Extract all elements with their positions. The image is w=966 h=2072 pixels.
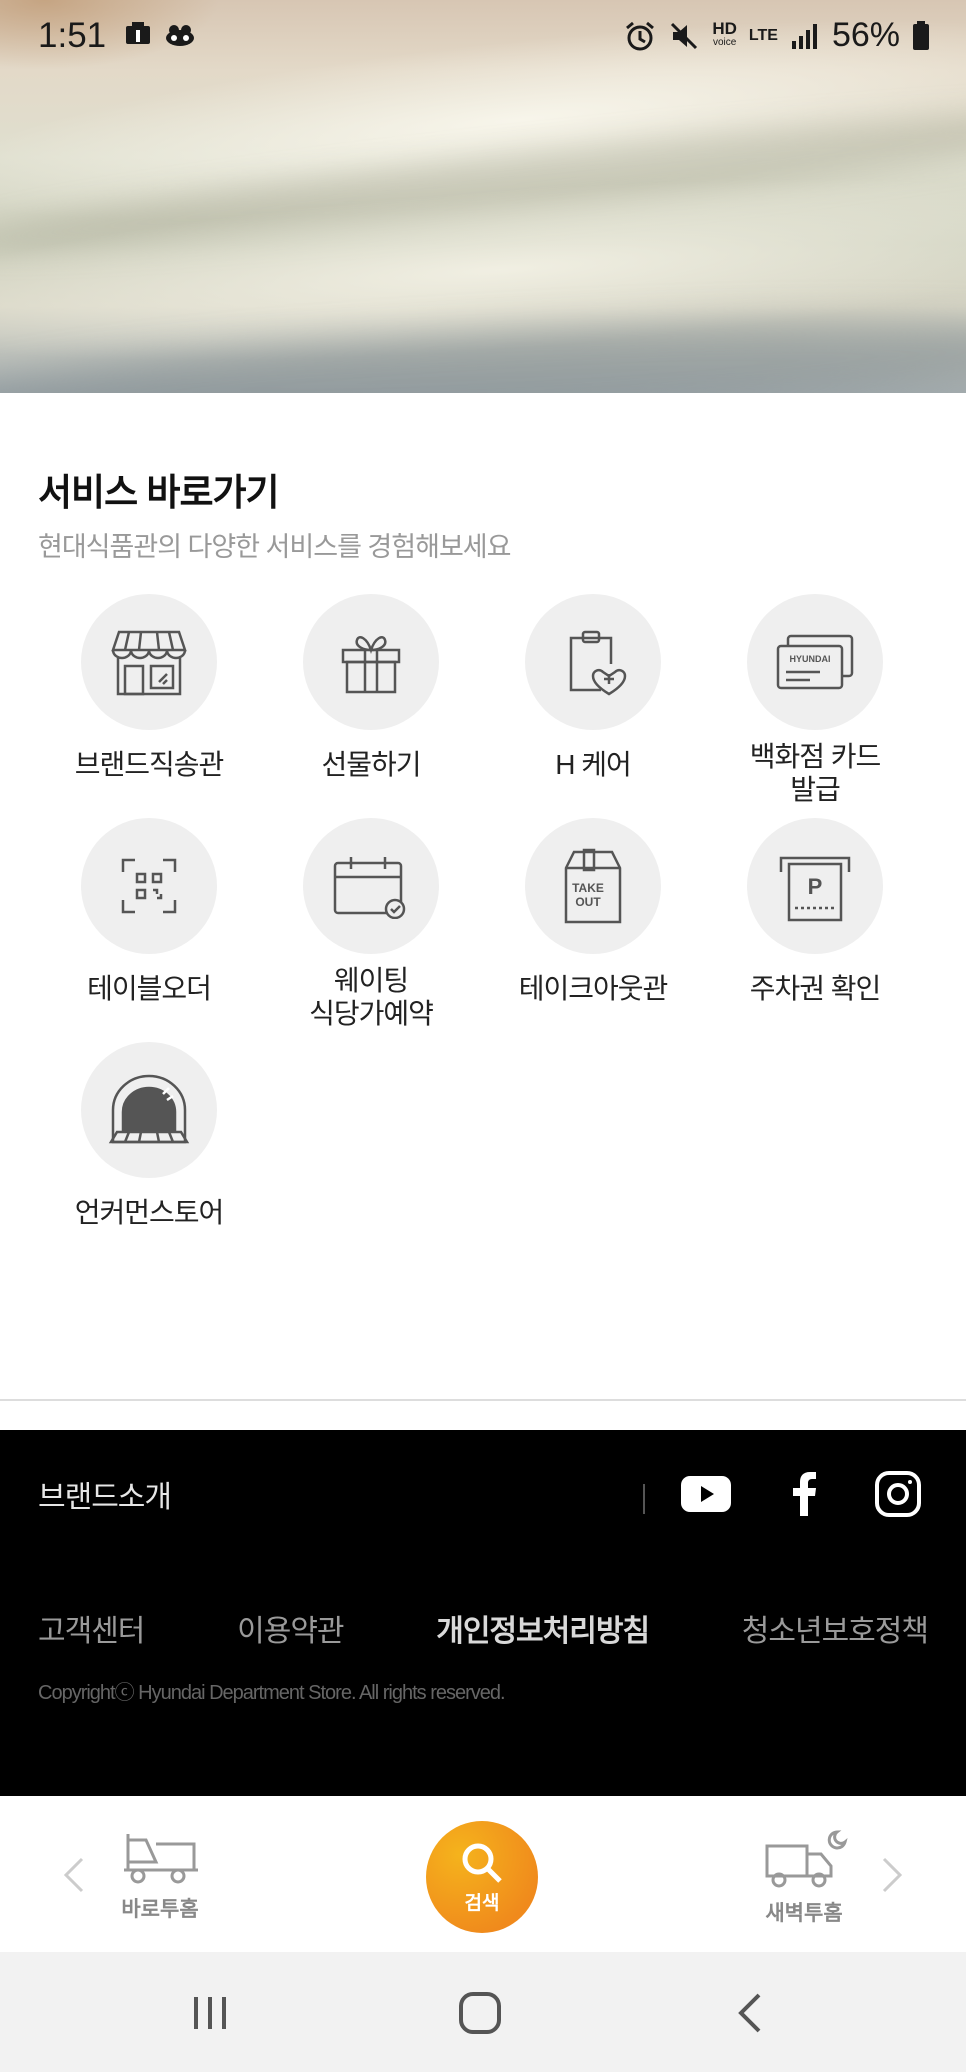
- brand-intro-link[interactable]: 브랜드소개: [38, 1472, 172, 1516]
- service-brand-direct[interactable]: 브랜드직송관: [38, 594, 260, 781]
- ticket-p-text: P: [808, 874, 823, 899]
- search-button[interactable]: 검색: [426, 1821, 538, 1933]
- system-nav-bar: [0, 1952, 966, 2072]
- service-card-issue[interactable]: HYUNDAI 백화점 카드 발급: [704, 594, 926, 806]
- forklift-truck-icon: [124, 1834, 198, 1884]
- youth-protection-link[interactable]: 청소년보호정책: [742, 1606, 929, 1650]
- lte-label: LTE: [748, 26, 778, 44]
- status-time: 1:51: [38, 16, 107, 55]
- service-label: 언커먼스토어: [74, 1197, 225, 1228]
- service-gift[interactable]: 선물하기: [260, 594, 482, 781]
- nav-prev-arrow[interactable]: [54, 1850, 94, 1900]
- service-label: 테이크아웃관: [518, 973, 669, 1004]
- recent-apps-icon: [194, 1997, 226, 2029]
- service-label: 선물하기: [321, 749, 421, 780]
- service-label: 브랜드직송관: [74, 749, 225, 780]
- instagram-icon[interactable]: [870, 1466, 926, 1522]
- home-icon: [459, 1992, 501, 2034]
- bag-text-out: OUT: [575, 895, 601, 909]
- footer: 브랜드소개 고객센터 이용약관 개인정보처리방침 청소년보호정책 Copyrig…: [0, 1430, 966, 1796]
- mute-icon: [671, 22, 698, 49]
- section-divider: [0, 1399, 966, 1401]
- takeout-bag-icon: TAKE OUT: [564, 848, 622, 924]
- section-subtitle: 현대식품관의 다양한 서비스를 경험해보세요: [38, 532, 511, 562]
- qr-scan-icon: [121, 858, 177, 914]
- notification-app-icon: [126, 22, 150, 44]
- copyright-text: Copyrightⓒ Hyundai Department Store. All…: [38, 1682, 506, 1704]
- footer-links: 고객센터 이용약관 개인정보처리방침 청소년보호정책: [38, 1606, 929, 1650]
- facebook-icon[interactable]: [776, 1466, 832, 1522]
- customer-center-link[interactable]: 고객센터: [38, 1606, 145, 1650]
- gift-icon: [341, 636, 401, 694]
- parking-ticket-icon: P: [779, 856, 851, 922]
- recent-apps-button[interactable]: [180, 1988, 240, 2038]
- service-h-care[interactable]: H 케어: [482, 594, 704, 781]
- service-table-order[interactable]: 테이블오더: [38, 818, 260, 1005]
- service-uncommon-store[interactable]: 언커먼스토어: [38, 1042, 260, 1229]
- dawn-to-home-label: 새벽투홈: [765, 1902, 843, 1925]
- baro-to-home-label: 바로투홈: [121, 1898, 199, 1921]
- service-parking[interactable]: P 주차권 확인: [704, 818, 926, 1005]
- service-waiting-reservation[interactable]: 웨이팅 식당가예약: [260, 818, 482, 1030]
- service-label: H 케어: [555, 749, 632, 780]
- search-icon: [462, 1843, 502, 1883]
- terms-link[interactable]: 이용약관: [237, 1606, 344, 1650]
- hd-voice-label: HD: [712, 18, 737, 38]
- status-bar: 1:51 HD voice LTE 56%: [0, 0, 966, 74]
- alarm-icon: [626, 21, 655, 50]
- storefront-icon: [111, 630, 187, 696]
- card-brand-text: HYUNDAI: [789, 654, 830, 664]
- oven-icon: [108, 1074, 190, 1144]
- nav-next-arrow[interactable]: [872, 1850, 912, 1900]
- back-icon: [738, 1993, 761, 2033]
- app-bottom-nav: 바로투홈 검색 새벽투홈: [0, 1796, 966, 1952]
- card-icon: HYUNDAI: [776, 634, 854, 690]
- search-label: 검색: [464, 1892, 500, 1914]
- youtube-icon[interactable]: [678, 1466, 734, 1522]
- service-label: 테이블오더: [87, 973, 212, 1004]
- privacy-policy-link[interactable]: 개인정보처리방침: [436, 1606, 650, 1650]
- notification-face-icon: [166, 25, 194, 46]
- night-truck-icon: [765, 1830, 848, 1888]
- back-button[interactable]: [720, 1988, 780, 2038]
- dawn-to-home-button[interactable]: 새벽투홈: [734, 1830, 874, 1927]
- bag-text-take: TAKE: [572, 881, 604, 895]
- service-label: 백화점 카드 발급: [749, 741, 882, 805]
- service-label: 주차권 확인: [749, 973, 882, 1004]
- baro-to-home-button[interactable]: 바로투홈: [90, 1830, 230, 1923]
- home-button[interactable]: [450, 1988, 510, 2038]
- calendar-check-icon: [333, 857, 406, 919]
- section-title: 서비스 바로가기: [38, 472, 280, 513]
- battery-percent: 56%: [831, 16, 900, 54]
- service-label: 웨이팅 식당가예약: [309, 965, 434, 1029]
- clipboard-heart-icon: [569, 630, 627, 696]
- battery-icon: [913, 20, 929, 50]
- service-takeout[interactable]: TAKE OUT 테이크아웃관: [482, 818, 704, 1005]
- signal-icon: [791, 23, 817, 49]
- footer-separator: [643, 1484, 645, 1514]
